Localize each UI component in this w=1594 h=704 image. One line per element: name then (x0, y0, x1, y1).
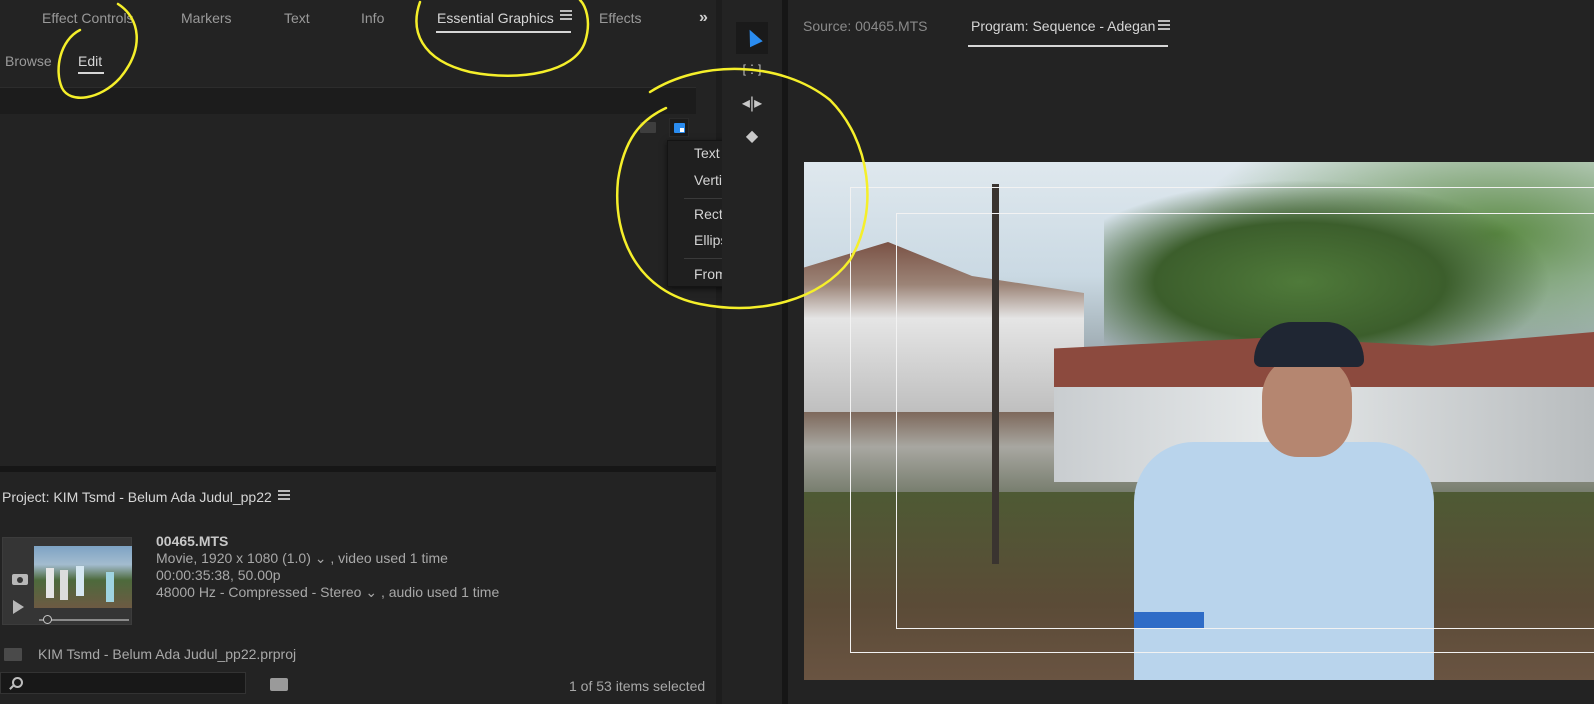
program-menu-icon[interactable] (1158, 20, 1170, 34)
clip-video-usage: , video used 1 time (330, 550, 448, 566)
project-file-name: KIM Tsmd - Belum Ada Judul_pp22.prproj (38, 646, 297, 662)
tab-info[interactable]: Info (361, 10, 384, 26)
clip-name: 00465.MTS (156, 533, 229, 549)
menu-item-text[interactable]: Text (694, 145, 720, 161)
chevron-down-icon[interactable]: ⌄ (361, 584, 381, 600)
clip-duration: 00:00:35:38, 50.00p (156, 567, 281, 583)
subtab-edit[interactable]: Edit (78, 53, 102, 69)
new-layer-button[interactable] (669, 118, 689, 137)
search-icon (12, 677, 23, 688)
chevron-down-icon[interactable]: ⌄ (311, 550, 331, 566)
panel-tab-bar: Effect Controls Markers Text Info Essent… (0, 0, 716, 38)
track-select-icon[interactable]: [⋮] (740, 62, 764, 82)
subtab-browse[interactable]: Browse (5, 53, 52, 69)
scrub-handle[interactable] (43, 615, 52, 624)
program-monitor-panel: Source: 00465.MTS Program: Sequence - Ad… (788, 0, 1594, 704)
tab-program-monitor[interactable]: Program: Sequence - Adegan (971, 18, 1155, 34)
panel-menu-icon[interactable] (560, 10, 572, 24)
clip-thumbnail[interactable] (2, 537, 132, 625)
active-tab-underline (968, 45, 1168, 47)
clip-audio-usage: , audio used 1 time (380, 584, 500, 600)
tab-text[interactable]: Text (284, 10, 310, 26)
tab-essential-graphics[interactable]: Essential Graphics (437, 10, 554, 26)
clip-audio-format: 48000 Hz - Compressed - Stereo (156, 584, 362, 600)
folder-icon[interactable] (640, 122, 656, 133)
new-layer-icon (674, 123, 685, 133)
project-panel: Project: KIM Tsmd - Belum Ada Judul_pp22… (0, 472, 716, 704)
razor-icon[interactable]: ◆ (740, 126, 764, 146)
clip-audio-info: 48000 Hz - Compressed - Stereo ⌄ , audio… (156, 584, 499, 601)
project-menu-icon[interactable] (278, 490, 290, 504)
project-folder-icon (4, 648, 22, 661)
program-video-frame[interactable] (804, 162, 1594, 680)
play-icon[interactable] (13, 600, 24, 614)
selection-tool[interactable] (736, 22, 768, 54)
project-title[interactable]: Project: KIM Tsmd - Belum Ada Judul_pp22 (2, 489, 272, 505)
tab-source-monitor[interactable]: Source: 00465.MTS (803, 18, 928, 34)
selection-status: 1 of 53 items selected (569, 678, 706, 694)
clip-video-info: Movie, 1920 x 1080 (1.0) ⌄ , video used … (156, 550, 448, 567)
find-icon[interactable] (270, 678, 288, 691)
thumbnail-scrubber[interactable] (39, 615, 129, 624)
project-search-input[interactable] (0, 672, 246, 694)
title-safe-guide (896, 213, 1594, 629)
arrow-icon (743, 26, 763, 48)
tab-effects[interactable]: Effects (599, 10, 642, 26)
tab-effect-controls[interactable]: Effect Controls (42, 10, 134, 26)
essential-graphics-panel: Effect Controls Markers Text Info Essent… (0, 0, 793, 475)
active-subtab-underline (78, 72, 104, 74)
tools-panel: [⋮] ◂|▸ ◆ (722, 0, 782, 704)
thumbnail-image (34, 546, 132, 608)
tab-overflow-icon[interactable]: » (699, 9, 708, 27)
active-tab-underline (436, 31, 571, 33)
layer-list[interactable] (0, 87, 696, 114)
tab-markers[interactable]: Markers (181, 10, 232, 26)
camera-icon (12, 574, 28, 585)
clip-video-format: Movie, 1920 x 1080 (1.0) (156, 550, 311, 566)
ripple-edit-icon[interactable]: ◂|▸ (740, 93, 764, 113)
